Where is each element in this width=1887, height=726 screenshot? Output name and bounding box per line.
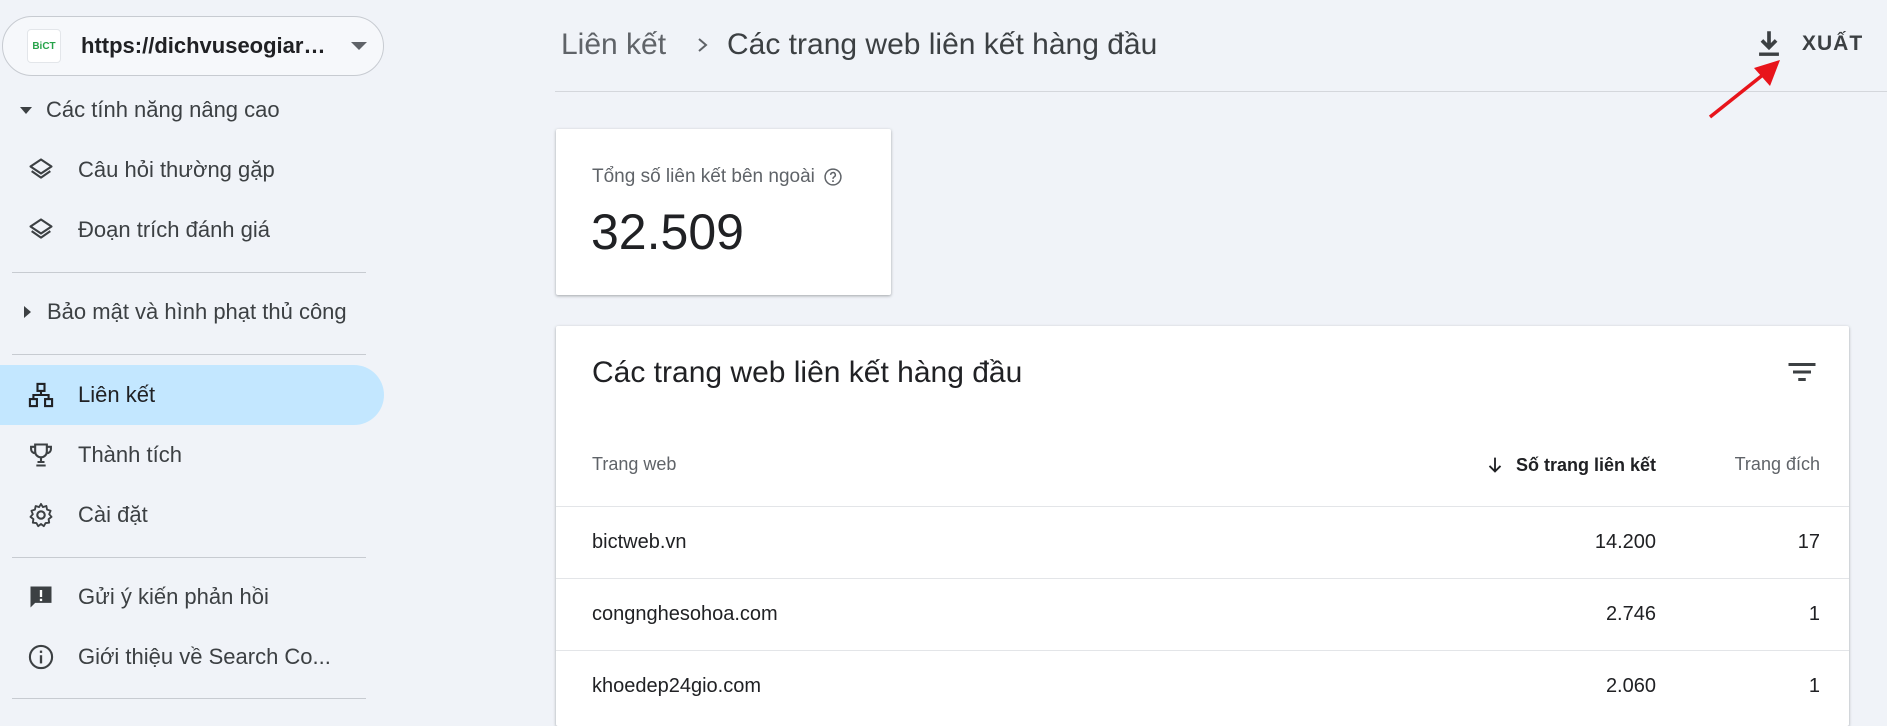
sidebar-item-faq[interactable]: Câu hỏi thường gặp [0, 140, 384, 200]
annotation-arrow-icon [1708, 60, 1780, 119]
sidebar-item-label: Giới thiệu về Search Co... [78, 644, 331, 669]
column-header-linking-pages[interactable]: Số trang liên kết [1438, 454, 1656, 476]
property-url: https://dichvuseogiareh... [81, 33, 337, 58]
cell-target-pages: 17 [1797, 531, 1820, 553]
layers-icon [26, 215, 56, 245]
page-title: Các trang web liên kết hàng đầu [727, 28, 1158, 61]
help-icon[interactable] [823, 167, 843, 187]
sidebar-item-feedback[interactable]: Gửi ý kiến phản hồi [0, 567, 384, 627]
top-linking-sites-card: Các trang web liên kết hàng đầu Trang we… [556, 326, 1849, 726]
chevron-right-icon [698, 38, 708, 52]
feedback-icon [26, 582, 56, 612]
cell-site: congnghesohoa.com [592, 603, 778, 625]
column-header-target-pages[interactable]: Trang đích [1686, 454, 1820, 475]
cell-site: bictweb.vn [592, 531, 687, 553]
cell-target-pages: 1 [1808, 675, 1820, 697]
sidebar-item-label: Đoạn trích đánh giá [78, 217, 271, 242]
cell-linking-pages: 2.746 [1605, 603, 1656, 625]
links-tree-icon [26, 380, 56, 410]
total-external-links-card: Tổng số liên kết bên ngoài 32.509 [556, 129, 891, 295]
property-logo: BiCT [27, 29, 61, 63]
group-security[interactable]: Bảo mật và hình phạt thủ công [0, 292, 385, 332]
divider [12, 354, 366, 355]
column-header-label: Số trang liên kết [1515, 454, 1656, 475]
chevron-down-icon [351, 42, 367, 50]
collapse-triangle-icon [20, 106, 32, 114]
divider [12, 698, 366, 699]
cell-linking-pages: 14.200 [1594, 531, 1656, 553]
property-selector[interactable]: BiCT https://dichvuseogiareh... [2, 16, 384, 76]
table-row[interactable]: bictweb.vn 14.200 17 [556, 506, 1849, 578]
group-label: Bảo mật và hình phạt thủ công [47, 299, 347, 324]
sidebar-item-label: Thành tích [78, 442, 182, 467]
table-title: Các trang web liên kết hàng đầu [592, 356, 1023, 389]
group-advanced-features[interactable]: Các tính năng nâng cao [0, 90, 385, 130]
trophy-icon [26, 440, 56, 470]
export-label: XUẤT [1802, 32, 1864, 55]
stat-label-text: Tổng số liên kết bên ngoài [592, 166, 815, 187]
column-header-site[interactable]: Trang web [592, 454, 676, 475]
table-row[interactable]: congnghesohoa.com 2.746 1 [556, 578, 1849, 650]
sidebar-item-label: Câu hỏi thường gặp [78, 157, 275, 182]
sidebar-item-links[interactable]: Liên kết [0, 365, 384, 425]
divider [12, 557, 366, 558]
gear-icon [26, 500, 56, 530]
sort-arrow-down-icon [1488, 457, 1502, 473]
sidebar-item-label: Cài đặt [78, 502, 148, 527]
sidebar-item-label: Gửi ý kiến phản hồi [78, 584, 269, 609]
filter-icon[interactable] [1784, 354, 1820, 390]
stat-value: 32.509 [591, 204, 744, 260]
sidebar: BiCT https://dichvuseogiareh... Các tính… [0, 0, 385, 702]
divider [12, 272, 366, 273]
cell-target-pages: 1 [1808, 603, 1820, 625]
page-header: Liên kết Các trang web liên kết hàng đầu… [555, 0, 1887, 92]
layers-icon [26, 155, 56, 185]
group-label: Các tính năng nâng cao [46, 97, 280, 122]
cell-site: khoedep24gio.com [592, 675, 762, 697]
sidebar-item-about[interactable]: Giới thiệu về Search Co... [0, 627, 384, 687]
sidebar-item-review-snippets[interactable]: Đoạn trích đánh giá [0, 200, 384, 260]
cell-linking-pages: 2.060 [1605, 675, 1656, 697]
table-row[interactable]: khoedep24gio.com 2.060 1 [556, 650, 1849, 722]
breadcrumb-parent-link[interactable]: Liên kết [561, 28, 666, 62]
stat-label: Tổng số liên kết bên ngoài [592, 166, 843, 188]
info-icon [26, 642, 56, 672]
expand-triangle-icon [24, 306, 31, 318]
sidebar-item-label: Liên kết [78, 382, 156, 407]
sidebar-item-achievements[interactable]: Thành tích [0, 425, 384, 485]
sidebar-item-settings[interactable]: Cài đặt [0, 485, 384, 545]
